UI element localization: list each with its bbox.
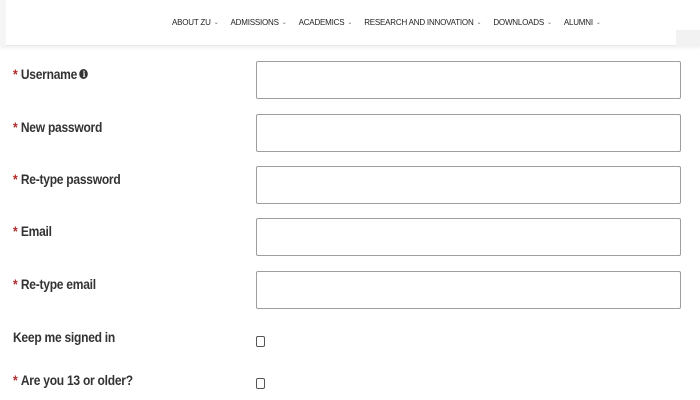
retype-password-label-text: Re-type password: [20, 171, 121, 187]
keep-signed-in-label-text: Keep me signed in: [13, 329, 116, 345]
retype-email-label: * Re-type email: [13, 276, 96, 292]
nav-item-label: ADMISSIONS: [230, 18, 279, 27]
nav-item-label: DOWNLOADS: [493, 18, 545, 27]
keep-signed-in-checkbox[interactable]: [256, 336, 265, 347]
username-label-text: Username: [20, 66, 78, 82]
required-mark: *: [13, 119, 18, 135]
nav-item-admissions[interactable]: ADMISSIONS ⌄: [231, 18, 287, 27]
required-mark: *: [13, 372, 18, 388]
nav-item-label: RESEARCH AND INNOVATION: [364, 18, 474, 27]
username-input[interactable]: [256, 61, 681, 99]
chevron-down-icon: ⌄: [281, 20, 287, 26]
required-mark: *: [13, 276, 18, 292]
email-label: * Email: [13, 223, 52, 239]
chevron-down-icon: ⌄: [476, 20, 482, 26]
keep-signed-in-label: Keep me signed in: [13, 329, 115, 345]
nav-item-label: ACADEMICS: [298, 18, 345, 27]
required-mark: *: [13, 66, 18, 82]
top-navigation-bar: ABOUT ZU ⌄ ADMISSIONS ⌄ ACADEMICS ⌄ RESE…: [0, 0, 700, 46]
retype-email-label-text: Re-type email: [20, 276, 96, 292]
retype-password-label: * Re-type password: [13, 171, 121, 187]
age-checkbox[interactable]: [256, 378, 265, 389]
retype-email-input[interactable]: [256, 271, 681, 309]
info-icon[interactable]: i: [79, 69, 89, 79]
chevron-down-icon: ⌄: [213, 20, 219, 26]
nav-menu: ABOUT ZU ⌄ ADMISSIONS ⌄ ACADEMICS ⌄ RESE…: [172, 18, 613, 27]
username-label: * Username i: [13, 66, 89, 82]
nav-left-edge: [0, 0, 6, 46]
nav-item-downloads[interactable]: DOWNLOADS ⌄: [493, 18, 552, 27]
nav-item-alumni[interactable]: ALUMNI ⌄: [564, 18, 601, 27]
nav-item-label: ALUMNI: [563, 18, 593, 27]
new-password-label-text: New password: [20, 119, 103, 135]
age-label: * Are you 13 or older?: [13, 372, 133, 388]
retype-password-input[interactable]: [256, 166, 681, 204]
email-input[interactable]: [256, 218, 681, 256]
email-label-text: Email: [20, 223, 52, 239]
chevron-down-icon: ⌄: [595, 20, 601, 26]
new-password-label: * New password: [13, 119, 102, 135]
new-password-input[interactable]: [256, 114, 681, 152]
nav-item-label: ABOUT ZU: [172, 18, 211, 27]
required-mark: *: [13, 223, 18, 239]
nav-item-about-zu[interactable]: ABOUT ZU ⌄: [172, 18, 219, 27]
age-label-text: Are you 13 or older?: [20, 372, 133, 388]
required-mark: *: [13, 171, 18, 187]
chevron-down-icon: ⌄: [547, 20, 552, 26]
nav-right-edge: [676, 30, 700, 46]
nav-item-academics[interactable]: ACADEMICS ⌄: [299, 18, 353, 27]
chevron-down-icon: ⌄: [347, 20, 353, 26]
nav-item-research-and-innovation[interactable]: RESEARCH AND INNOVATION ⌄: [364, 18, 481, 27]
